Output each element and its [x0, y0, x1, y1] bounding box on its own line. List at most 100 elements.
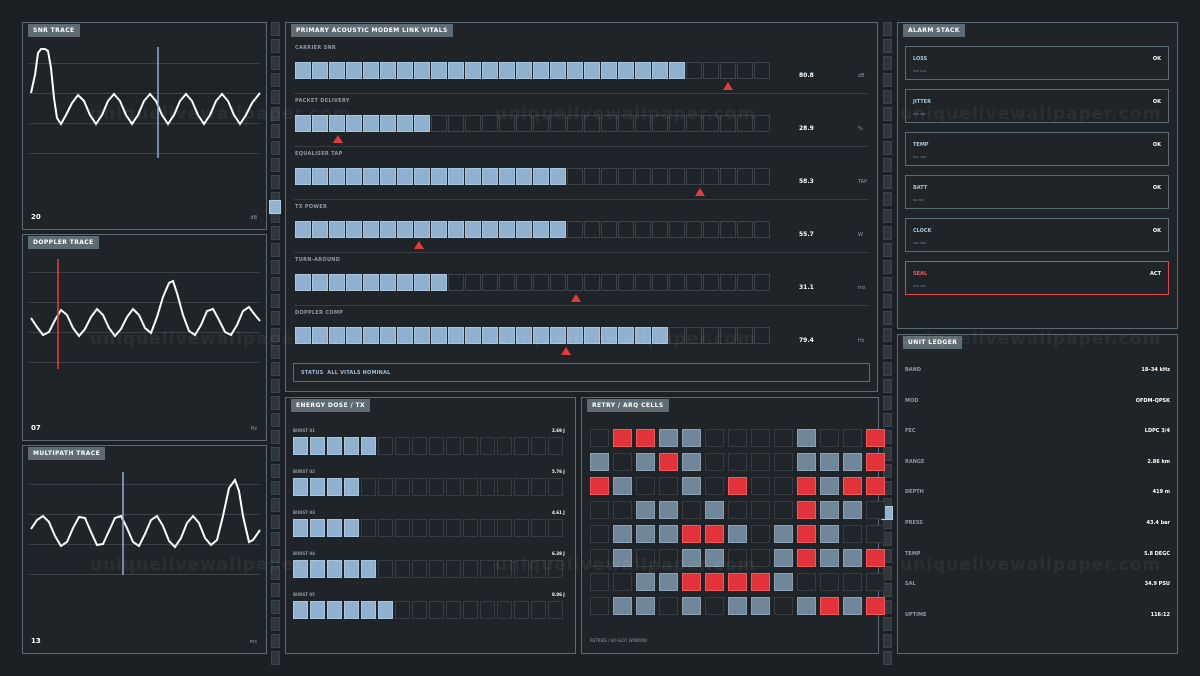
arq-cell	[728, 477, 747, 495]
arq-cell	[797, 597, 816, 615]
vital-cell	[652, 168, 668, 185]
rail-segment	[271, 90, 280, 104]
alarm-item[interactable]: SEAL ACT SYN 480	[905, 261, 1169, 295]
arq-cell	[636, 597, 655, 615]
rail-segment	[883, 379, 892, 393]
alarm-detail: SOC 850	[913, 241, 927, 245]
alarm-detail: SYN 480	[913, 284, 926, 288]
vital-cell	[346, 274, 362, 291]
burst-cell	[327, 519, 342, 537]
rail-knob[interactable]	[269, 200, 281, 214]
alarm-item[interactable]: CLOCK OK SOC 850	[905, 218, 1169, 252]
vital-cell	[346, 62, 362, 79]
vital-cell	[618, 327, 634, 344]
vital-cell	[414, 327, 430, 344]
alarm-item[interactable]: LOSS OK KEP 3/14	[905, 46, 1169, 80]
rail-segment	[271, 413, 280, 427]
burst-label: BURST 01	[293, 428, 315, 433]
vital-value: 31.1	[799, 284, 814, 291]
alarm-detail: KEP 3/14	[913, 69, 927, 73]
rail-segment	[271, 566, 280, 580]
vital-cell	[703, 274, 719, 291]
vital-cell	[754, 62, 770, 79]
burst-cell	[293, 601, 308, 619]
arq-cell	[613, 597, 632, 615]
arq-cell	[705, 453, 724, 471]
vital-cell	[516, 168, 532, 185]
arq-cell	[751, 525, 770, 543]
snr-waveform	[30, 47, 261, 158]
burst-cell	[548, 601, 563, 619]
burst-cell	[514, 601, 529, 619]
burst-cell	[514, 519, 529, 537]
alarm-item[interactable]: JITTER OK NUL 480	[905, 89, 1169, 123]
arq-cell	[636, 501, 655, 519]
rail-segment	[271, 617, 280, 631]
vital-cell	[380, 327, 396, 344]
rail-segment	[271, 226, 280, 240]
arq-cell	[636, 525, 655, 543]
rail-segment	[883, 328, 892, 342]
threshold-marker	[561, 347, 572, 355]
rail-segment	[883, 39, 892, 53]
rail-segment	[271, 634, 280, 648]
ledger-key: MOD	[905, 397, 919, 404]
vital-cell	[584, 168, 600, 185]
alarm-item[interactable]: BATT OK SKI 847	[905, 175, 1169, 209]
rail-segment	[271, 294, 280, 308]
vital-cell	[686, 168, 702, 185]
vital-cell	[686, 62, 702, 79]
vital-cell	[499, 115, 515, 132]
vital-cell	[567, 115, 583, 132]
left-scroll-rail[interactable]	[269, 22, 281, 665]
arq-cell	[590, 597, 609, 615]
rail-segment	[883, 22, 892, 36]
arq-cell	[866, 429, 885, 447]
unit-ledger-panel: UNIT LEDGER BAND 18–34 kHz MOD OFDM-QPSK FEC…	[897, 334, 1178, 654]
vital-cell	[737, 327, 753, 344]
ledger-value: 34.9 PSU	[1144, 581, 1170, 588]
vital-cell	[584, 62, 600, 79]
arq-cell	[866, 525, 885, 543]
vital-cell	[567, 274, 583, 291]
arq-cell	[797, 549, 816, 567]
arq-cell	[659, 573, 678, 591]
panel-title: ENERGY DOSE / TX	[291, 399, 371, 412]
rail-segment	[271, 481, 280, 495]
vital-cell	[720, 274, 736, 291]
vital-cell	[312, 327, 328, 344]
burst-cell	[446, 519, 461, 537]
ledger-value: OFDM-QPSK	[1135, 397, 1170, 404]
burst-value: 5.76 J	[552, 469, 565, 474]
ledger-value: 18–34 kHz	[1141, 367, 1170, 373]
rail-segment	[271, 175, 280, 189]
snr-trace-panel: SNR TRACE 20 dB	[22, 22, 267, 230]
vital-label: PACKET DELIVERY	[295, 98, 350, 104]
rail-segment	[271, 362, 280, 376]
vital-cell	[737, 168, 753, 185]
arq-cell	[774, 525, 793, 543]
vital-unit: W	[858, 232, 863, 238]
burst-cell	[480, 519, 495, 537]
arq-cell	[751, 549, 770, 567]
burst-cell	[378, 519, 393, 537]
burst-cell	[395, 478, 410, 496]
vital-cell	[380, 221, 396, 238]
alarm-item[interactable]: TEMP OK NUL 208	[905, 132, 1169, 166]
vital-cell	[652, 115, 668, 132]
vital-cell	[295, 115, 311, 132]
threshold-marker	[413, 241, 424, 249]
arq-cell	[590, 453, 609, 471]
vital-cell	[618, 221, 634, 238]
alarm-detail: NUL 480	[913, 112, 926, 116]
ledger-key: DEPTH	[905, 489, 924, 496]
vital-cell	[465, 115, 481, 132]
vital-cell	[720, 62, 736, 79]
alarm-state: OK	[1152, 56, 1161, 62]
vital-cell	[397, 327, 413, 344]
burst-cell	[548, 437, 563, 455]
vital-cell	[346, 221, 362, 238]
rail-segment	[883, 311, 892, 325]
arq-cell	[636, 429, 655, 447]
vital-cell	[754, 115, 770, 132]
